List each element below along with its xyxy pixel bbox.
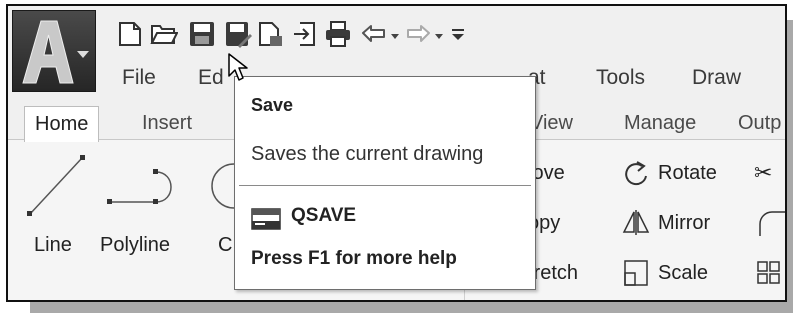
tab-manage[interactable]: Manage xyxy=(614,106,706,140)
tab-insert[interactable]: Insert xyxy=(132,106,202,140)
circle-tool-label[interactable]: C xyxy=(218,234,232,257)
save-tooltip: Save Saves the current drawing QSAVE Pre… xyxy=(234,76,536,290)
new-icon[interactable] xyxy=(116,20,144,48)
trim-icon[interactable]: ✂ xyxy=(754,160,772,186)
autocad-logo-icon xyxy=(22,20,89,84)
print-icon[interactable] xyxy=(324,20,352,48)
mirror-tool-label[interactable]: Mirror xyxy=(658,212,710,235)
save-icon[interactable] xyxy=(188,20,216,48)
menu-draw[interactable]: Draw xyxy=(692,66,741,90)
redo-icon[interactable] xyxy=(404,20,432,48)
mouse-pointer-icon xyxy=(228,53,248,81)
dropdown-icon[interactable] xyxy=(388,20,402,48)
circle-icon[interactable] xyxy=(206,156,236,216)
application-menu-button[interactable] xyxy=(12,10,96,92)
mirror-icon[interactable] xyxy=(622,208,650,236)
tab-home[interactable]: Home xyxy=(24,106,100,142)
array-icon[interactable] xyxy=(756,258,784,286)
export-icon[interactable] xyxy=(256,20,284,48)
line-tool-label[interactable]: Line xyxy=(34,234,72,257)
tooltip-description: Saves the current drawing xyxy=(251,143,484,165)
window-shadow-bottom xyxy=(30,302,793,313)
rotate-icon[interactable] xyxy=(622,160,650,188)
tooltip-divider xyxy=(239,185,531,186)
dropdown-icon[interactable] xyxy=(432,20,446,48)
command-line-icon xyxy=(251,208,281,230)
tooltip-command: QSAVE xyxy=(291,205,357,226)
rotate-tool-label[interactable]: Rotate xyxy=(658,162,717,185)
open-icon[interactable] xyxy=(150,20,178,48)
polyline-icon[interactable] xyxy=(106,166,186,216)
scale-tool-label[interactable]: Scale xyxy=(658,262,708,285)
window-shadow-right xyxy=(787,20,793,313)
menu-tools[interactable]: Tools xyxy=(596,66,645,90)
tooltip-title: Save xyxy=(251,95,294,115)
customize-icon[interactable] xyxy=(450,20,466,48)
tab-output[interactable]: Outp xyxy=(728,106,785,140)
line-icon[interactable] xyxy=(26,152,86,222)
polyline-tool-label[interactable]: Polyline xyxy=(100,234,170,257)
fillet-icon[interactable] xyxy=(756,208,786,236)
undo-icon[interactable] xyxy=(360,20,388,48)
import-icon[interactable] xyxy=(292,20,320,48)
autocad-window: File Ed at Tools Draw Home Insert View M… xyxy=(6,4,787,302)
save-as-icon[interactable] xyxy=(224,20,252,48)
menu-edit[interactable]: Ed xyxy=(198,66,224,90)
scale-icon[interactable] xyxy=(622,258,650,288)
menu-file[interactable]: File xyxy=(122,66,156,90)
tooltip-help: Press F1 for more help xyxy=(251,248,457,269)
